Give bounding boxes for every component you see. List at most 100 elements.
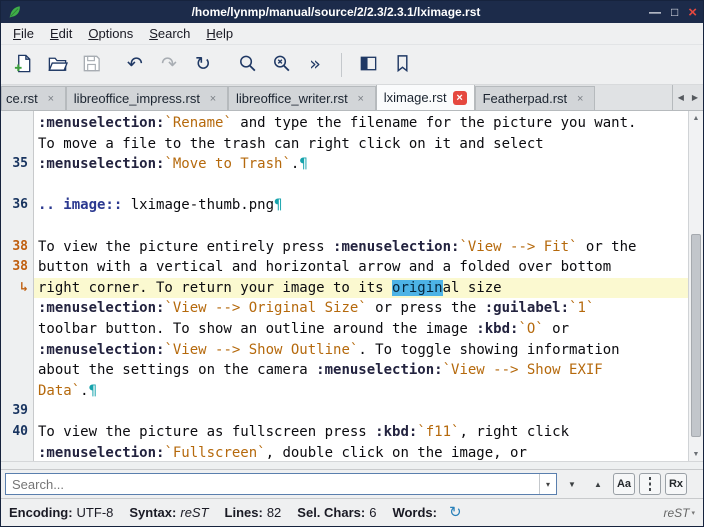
editor-line[interactable]: :menuselection:`Move to Trash`.¶ [34, 154, 688, 175]
toolbar: ↶↷↻» [1, 45, 703, 85]
tab-close-icon[interactable]: × [573, 92, 587, 106]
side-pane-button[interactable] [352, 49, 384, 81]
tab-bar: ce.rst×libreoffice_impress.rst×libreoffi… [1, 85, 703, 111]
text-area[interactable]: :menuselection:`Rename` and type the fil… [34, 111, 688, 461]
plain-text: . [80, 383, 88, 399]
search-input[interactable] [6, 477, 539, 492]
inline-literal: `Rename` [164, 115, 231, 131]
overflow-button[interactable]: » [299, 49, 331, 81]
search-next-button[interactable]: ▼ [561, 473, 583, 495]
scrollbar-thumb[interactable] [691, 234, 701, 437]
tab-scroll-left-button[interactable]: ◀ [675, 91, 687, 104]
tab-libreoffice_writer-rst[interactable]: libreoffice_writer.rst × [228, 86, 376, 110]
line-number [1, 381, 33, 402]
plain-text: or the [577, 239, 636, 255]
editor-line[interactable]: :menuselection:`Rename` and type the fil… [34, 113, 688, 134]
open-button[interactable] [41, 49, 73, 81]
inline-literal: `1` [569, 300, 594, 316]
line-number [1, 175, 33, 196]
plain-text: To view the picture entirely press [38, 239, 333, 255]
title-bar: /home/lynmp/manual/source/2/2.3/2.3.1/lx… [1, 1, 703, 23]
tab-libreoffice_impress-rst[interactable]: libreoffice_impress.rst × [66, 86, 228, 110]
menu-file[interactable]: File [5, 24, 42, 43]
pilcrow-mark: ¶ [299, 156, 307, 172]
editor-line[interactable]: about the settings on the camera :menuse… [34, 360, 688, 381]
horizontal-scrollbar[interactable] [1, 461, 703, 469]
pilcrow-mark: ¶ [89, 383, 97, 399]
inline-literal: `Move to Trash` [164, 156, 290, 172]
status-items: Encoding:UTF-8Syntax:reSTLines:82Sel. Ch… [9, 505, 441, 520]
editor-line[interactable]: :menuselection:`Fullscreen`, double clic… [34, 443, 688, 462]
editor-line[interactable]: Data`.¶ [34, 381, 688, 402]
minimize-button[interactable]: — [649, 6, 661, 18]
featherpad-window: /home/lynmp/manual/source/2/2.3/2.3.1/lx… [0, 0, 704, 527]
editor-line[interactable]: To view the picture as fullscreen press … [34, 422, 688, 443]
line-number [1, 340, 33, 361]
tab-close-icon[interactable]: × [44, 92, 58, 106]
inline-literal: `View --> Show Outline` [164, 342, 358, 358]
syntax-token: :menuselection: [38, 300, 164, 316]
new-document-button[interactable] [7, 49, 39, 81]
syntax-indicator[interactable]: reST ▾ [663, 506, 695, 520]
bookmark-button[interactable] [386, 49, 418, 81]
editor-line[interactable]: .. image:: lximage-thumb.png¶ [34, 195, 688, 216]
line-number [1, 360, 33, 381]
plain-text: To view the picture as fullscreen press [38, 424, 375, 440]
scrollbar-track[interactable] [689, 125, 703, 447]
tab-ce-rst[interactable]: ce.rst× [1, 86, 66, 110]
editor-line[interactable]: right corner. To return your image to it… [34, 278, 688, 299]
search-previous-button[interactable]: ▲ [587, 473, 609, 495]
tab-label: libreoffice_writer.rst [236, 91, 348, 106]
tab-scroll-right-button[interactable]: ▶ [689, 91, 701, 104]
tab-close-icon[interactable]: × [354, 92, 368, 106]
replace-button[interactable] [265, 49, 297, 81]
line-number [1, 216, 33, 237]
status-encoding: Encoding:UTF-8 [9, 505, 113, 520]
toolbar-separator [341, 53, 342, 77]
menu-options[interactable]: Options [80, 24, 141, 43]
editor-line[interactable]: To view the picture entirely press :menu… [34, 237, 688, 258]
reload-button[interactable]: ↻ [187, 49, 219, 81]
tab-close-icon[interactable]: × [206, 92, 220, 106]
match-case-button[interactable]: Aa [613, 473, 635, 495]
window-title: /home/lynmp/manual/source/2/2.3/2.3.1/lx… [23, 5, 649, 19]
maximize-button[interactable]: □ [671, 6, 678, 18]
editor-line[interactable]: toolbar button. To show an outline aroun… [34, 319, 688, 340]
scroll-up-icon[interactable]: ▲ [689, 111, 703, 125]
status-lines: Lines:82 [225, 505, 282, 520]
editor-line[interactable] [34, 401, 688, 422]
editor-line[interactable]: :menuselection:`View --> Original Size` … [34, 298, 688, 319]
plain-text: , double click on the image, or [266, 445, 527, 461]
editor[interactable]: 35363838↳3940 :menuselection:`Rename` an… [1, 111, 703, 469]
editor-line[interactable]: button with a vertical and horizontal ar… [34, 257, 688, 278]
tab-close-icon[interactable]: × [453, 91, 467, 105]
plain-text: about the settings on the camera [38, 362, 316, 378]
tab-label: libreoffice_impress.rst [74, 91, 200, 106]
editor-line[interactable]: To move a file to the trash can right cl… [34, 134, 688, 155]
plain-text: lximage-thumb.png [122, 197, 274, 213]
tab-lximage-rst[interactable]: lximage.rst× [376, 85, 475, 110]
menu-help[interactable]: Help [198, 24, 241, 43]
menu-search[interactable]: Search [141, 24, 198, 43]
editor-line[interactable] [34, 216, 688, 237]
vertical-scrollbar[interactable]: ▲ ▼ [688, 111, 703, 461]
search-bar: ▾ ▼▲Aa Rx [1, 469, 703, 498]
tab-featherpad-rst[interactable]: Featherpad.rst × [475, 86, 596, 110]
open-folder-icon [47, 53, 68, 77]
editor-line[interactable] [34, 175, 688, 196]
editor-line[interactable]: :menuselection:`View --> Show Outline`. … [34, 340, 688, 361]
word-count-refresh-button[interactable]: ↻ [449, 505, 462, 520]
tab-label: Featherpad.rst [483, 91, 568, 106]
regex-button[interactable]: Rx [665, 473, 687, 495]
scroll-down-icon[interactable]: ▼ [689, 447, 703, 461]
menu-edit[interactable]: Edit [42, 24, 80, 43]
line-number [1, 443, 33, 464]
undo-button[interactable]: ↶ [119, 49, 151, 81]
find-button[interactable] [231, 49, 263, 81]
line-number [1, 134, 33, 155]
search-history-dropdown[interactable]: ▾ [539, 474, 556, 494]
close-button[interactable]: × [688, 5, 697, 20]
whole-word-button[interactable] [639, 473, 661, 495]
plain-text: or [544, 321, 569, 337]
plain-text: To move a file to the trash can right cl… [38, 136, 544, 152]
